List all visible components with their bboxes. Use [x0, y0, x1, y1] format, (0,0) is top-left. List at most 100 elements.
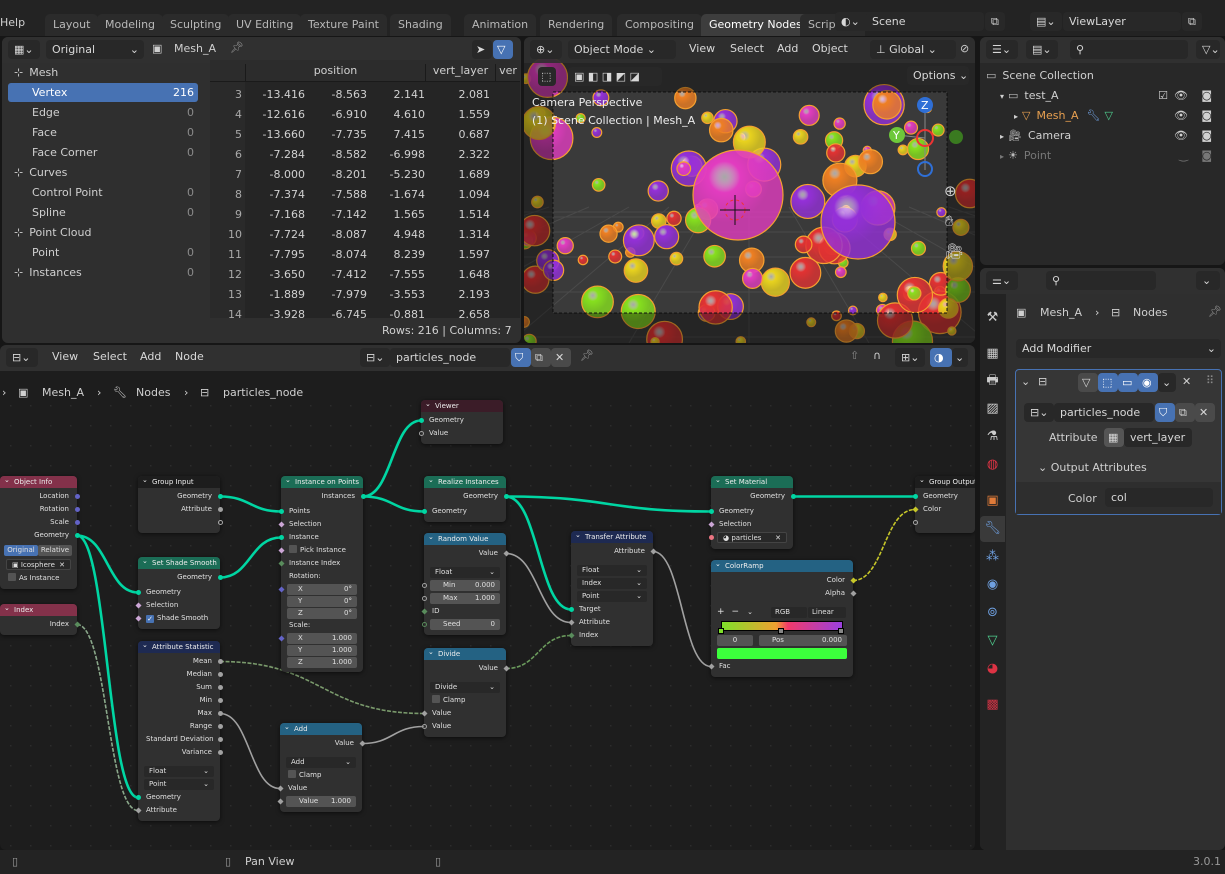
3d-viewport[interactable]: Z Y ⊕⌄ Object Mode ⌄ View Select Add Obje…	[524, 37, 975, 343]
number-field[interactable]: Z 0°	[287, 608, 357, 619]
socket-input[interactable]	[277, 635, 285, 642]
domain-control-point[interactable]: Control Point 0	[8, 183, 198, 202]
socket-output[interactable]	[217, 737, 223, 742]
camera-view-icon[interactable]: 🎥︎	[945, 242, 964, 260]
stop-position-field[interactable]: Pos 0.000	[759, 635, 847, 646]
world-icon[interactable]: ◍	[980, 452, 1005, 478]
number-field[interactable]: X 0°	[287, 584, 357, 595]
dropdown[interactable]: Divide ⌄	[430, 682, 500, 693]
node-header[interactable]: Group Output	[915, 476, 975, 488]
number-field[interactable]: Min 0.000	[430, 580, 500, 591]
expand-arrow-icon[interactable]: ▾	[1000, 92, 1004, 101]
socket-input[interactable]	[134, 615, 142, 622]
socket-output[interactable]	[73, 621, 81, 628]
checkbox[interactable]	[432, 695, 440, 703]
texture-icon[interactable]: ▩	[980, 692, 1005, 718]
modifier-wrench-icon[interactable]: 🔧︎	[980, 516, 1005, 542]
render-toggle[interactable]: ◉	[1138, 373, 1158, 392]
domain-edge[interactable]: Edge 0	[8, 103, 198, 122]
socket-input[interactable]	[912, 494, 918, 499]
render-camera-icon[interactable]: ◙	[1201, 87, 1212, 105]
visibility-eye-icon[interactable]: 👁︎	[1174, 107, 1188, 125]
node-group-name-field[interactable]: particles_node	[1054, 403, 1154, 422]
node-attribute-statistic[interactable]: Attribute Statistic MeanMedianSumMinMaxRa…	[134, 641, 223, 821]
unlink-icon[interactable]: ✕	[1195, 403, 1215, 422]
mesh-data-icon[interactable]: ▽	[980, 628, 1005, 654]
domain-point[interactable]: Point 0	[8, 243, 198, 262]
socket-input[interactable]	[568, 607, 574, 612]
dropdown[interactable]: Point ⌄	[144, 779, 214, 790]
dropdown[interactable]: Index ⌄	[577, 578, 647, 589]
selected-only-toggle[interactable]: ➤	[472, 40, 492, 59]
socket-input[interactable]	[567, 619, 575, 626]
socket-input[interactable]	[277, 586, 285, 593]
node-realize-instances[interactable]: Realize Instances Geometry Geometry	[421, 476, 509, 522]
output-attributes-subpanel[interactable]: ⌄ Output Attributes	[1038, 461, 1147, 474]
select-mode-buttons[interactable]: ▣ ◧ ◨ ◩ ◪	[568, 67, 662, 86]
number-field[interactable]: Z 1.000	[287, 657, 357, 668]
node-add[interactable]: Add Value Add ⌄ Clamp Value Value 1.000	[276, 723, 366, 812]
object-selector[interactable]: ▣ Icosphere ✕	[6, 559, 71, 570]
checkbox-shade-smooth[interactable]: ✓ Shade Smooth	[134, 612, 220, 625]
dropdown[interactable]: Float ⌄	[577, 565, 647, 576]
socket-output[interactable]	[849, 590, 857, 597]
node-viewer[interactable]: Viewer GeometryValue	[418, 400, 503, 444]
constraints-icon[interactable]: ⊚	[980, 600, 1005, 626]
node-colorramp[interactable]: ColorRamp ColorAlpha +−⌄ RGBLinear 0 Pos 0.000…	[707, 560, 857, 677]
object-selector[interactable]: ◕ particles ✕	[717, 532, 787, 543]
options-dropdown[interactable]: Options ⌄	[907, 66, 969, 85]
zoom-icon[interactable]: ⊕	[944, 182, 957, 200]
socket-input[interactable]	[278, 509, 284, 514]
output-icon[interactable]: 🖶︎	[980, 368, 1005, 394]
viewport-toggle[interactable]: ▭	[1118, 373, 1138, 392]
socket-input[interactable]	[421, 596, 427, 601]
overlay-dropdown[interactable]: ⌄	[952, 348, 968, 367]
dropdown[interactable]: Float ⌄	[144, 766, 214, 777]
hand-pan-icon[interactable]: ✋︎	[945, 212, 954, 230]
socket-output[interactable]	[503, 494, 509, 499]
node-header[interactable]: Index	[0, 604, 77, 616]
fake-user-shield-icon[interactable]: ⛉	[1155, 403, 1175, 422]
editor-type-button[interactable]: ⊟⌄	[6, 348, 38, 367]
domain-spline[interactable]: Spline 0	[8, 203, 198, 222]
socket-output[interactable]	[217, 507, 223, 512]
toggle-original[interactable]: Original	[4, 545, 38, 556]
tab-shading[interactable]: Shading	[390, 14, 451, 36]
socket-output[interactable]	[790, 494, 796, 499]
node-index[interactable]: Index Index	[0, 604, 81, 635]
dropdown[interactable]: Point ⌄	[577, 591, 647, 602]
render-camera-icon[interactable]: ◙	[1201, 107, 1212, 125]
visibility-eye-icon[interactable]: 👁︎	[1174, 127, 1188, 145]
exclude-checkbox[interactable]: ☑	[1158, 87, 1168, 105]
node-set-shade-smooth[interactable]: Set Shade SmoothGeometryGeometrySelectio…	[134, 557, 223, 629]
socket-input[interactable]	[708, 509, 714, 514]
socket-output[interactable]	[217, 711, 223, 716]
tab-rendering[interactable]: Rendering	[540, 14, 613, 36]
outliner-item-point[interactable]: ▸ ☀︎ Point ‿ ◙	[1000, 147, 1216, 165]
socket-input[interactable]	[567, 632, 575, 639]
tab-geometry-nodes[interactable]: Geometry Nodes	[701, 14, 810, 36]
parent-node-tree-icon[interactable]: ⇧	[850, 349, 859, 362]
ramp-menu-icon[interactable]: ⌄	[747, 608, 753, 616]
tab-uv-editing[interactable]: UV Editing	[228, 14, 302, 36]
color-swatch[interactable]	[717, 648, 847, 659]
duplicate-icon[interactable]: ⧉	[531, 348, 551, 367]
socket-input[interactable]	[418, 418, 424, 423]
node-group-name-field[interactable]: particles_node	[390, 348, 510, 367]
remove-stop-button[interactable]: −	[732, 607, 740, 617]
node-object-info[interactable]: Object Info LocationRotationScaleGeometry…	[0, 476, 80, 589]
socket-input[interactable]	[421, 622, 427, 627]
tab-layout[interactable]: Layout	[45, 14, 99, 36]
socket-input[interactable]	[912, 520, 918, 525]
evaluation-mode-dropdown[interactable]: Original ⌄	[46, 40, 144, 59]
render-icon[interactable]: ▦	[980, 341, 1005, 367]
node-editor[interactable]: Object InfoLocationRotationScaleGeometry…	[0, 345, 975, 850]
pin-icon[interactable]: 📌︎	[1208, 305, 1222, 318]
domain-face-corner[interactable]: Face Corner 0	[8, 143, 198, 162]
node-header[interactable]: Random Value	[424, 533, 506, 545]
node-header[interactable]: Viewer	[421, 400, 503, 412]
socket-input[interactable]	[134, 602, 142, 609]
socket-input[interactable]	[135, 795, 141, 800]
socket-output[interactable]	[74, 507, 80, 512]
domain-mesh[interactable]: ⊹ Mesh	[8, 63, 198, 82]
